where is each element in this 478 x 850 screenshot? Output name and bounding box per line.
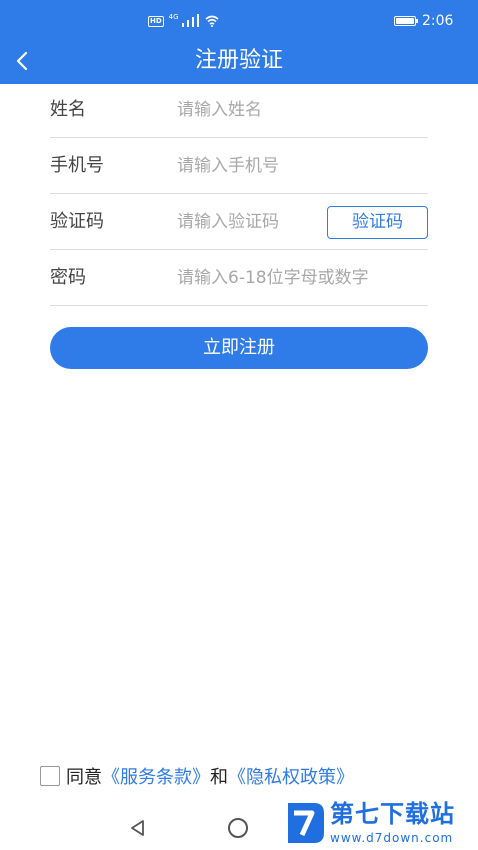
wifi-icon bbox=[205, 15, 219, 27]
signal-bar-icon bbox=[186, 20, 189, 27]
watermark: 第七下载站 www.d7down.com bbox=[284, 798, 474, 848]
nav-back-icon[interactable] bbox=[128, 818, 148, 838]
signal-type: 4G bbox=[168, 13, 179, 21]
status-time: 2:06 bbox=[422, 13, 454, 29]
password-input[interactable] bbox=[177, 262, 428, 294]
network-indicators: HD 4G bbox=[148, 13, 219, 27]
name-label: 姓名 bbox=[50, 99, 86, 120]
password-row: 密码 bbox=[50, 250, 428, 306]
battery-icon bbox=[394, 16, 418, 26]
watermark-name: 第七下载站 bbox=[330, 800, 455, 828]
watermark-url: www.d7down.com bbox=[330, 831, 454, 845]
top-bar: HD 4G 2:06 注册验证 bbox=[0, 0, 478, 84]
terms-link[interactable]: 《服务条款》 bbox=[102, 763, 210, 789]
agree-prefix: 同意 bbox=[66, 767, 102, 788]
agree-and: 和 bbox=[210, 767, 228, 788]
register-button[interactable]: 立即注册 bbox=[50, 327, 428, 369]
phone-input[interactable] bbox=[177, 150, 428, 182]
phone-row: 手机号 bbox=[50, 138, 428, 194]
signal-bar-icon bbox=[181, 23, 184, 27]
header: 注册验证 bbox=[0, 40, 478, 84]
phone-label: 手机号 bbox=[50, 155, 104, 176]
nav-home-icon[interactable] bbox=[228, 818, 248, 838]
code-input[interactable] bbox=[177, 206, 327, 238]
get-code-button[interactable]: 验证码 bbox=[327, 206, 428, 239]
password-label: 密码 bbox=[50, 267, 86, 288]
code-label: 验证码 bbox=[50, 211, 104, 232]
register-screen: HD 4G 2:06 注册验证 姓名 请输入姓名 手机号 请输入手机号 验证码 … bbox=[0, 0, 478, 850]
network-badge: HD bbox=[148, 16, 164, 27]
signal-bar-icon bbox=[191, 17, 194, 27]
signal-bar-icon bbox=[196, 14, 199, 27]
agreement: 同意 《服务条款》 和 《隐私权政策》 bbox=[40, 762, 354, 790]
status-bar: HD 4G 2:06 bbox=[0, 0, 478, 40]
agree-checkbox[interactable] bbox=[40, 766, 60, 786]
privacy-link[interactable]: 《隐私权政策》 bbox=[228, 763, 354, 789]
code-row: 验证码 验证码 bbox=[50, 194, 428, 250]
name-input[interactable] bbox=[177, 94, 428, 126]
page-title: 注册验证 bbox=[194, 48, 283, 73]
watermark-logo-icon bbox=[288, 803, 324, 843]
name-row: 姓名 bbox=[50, 82, 428, 138]
